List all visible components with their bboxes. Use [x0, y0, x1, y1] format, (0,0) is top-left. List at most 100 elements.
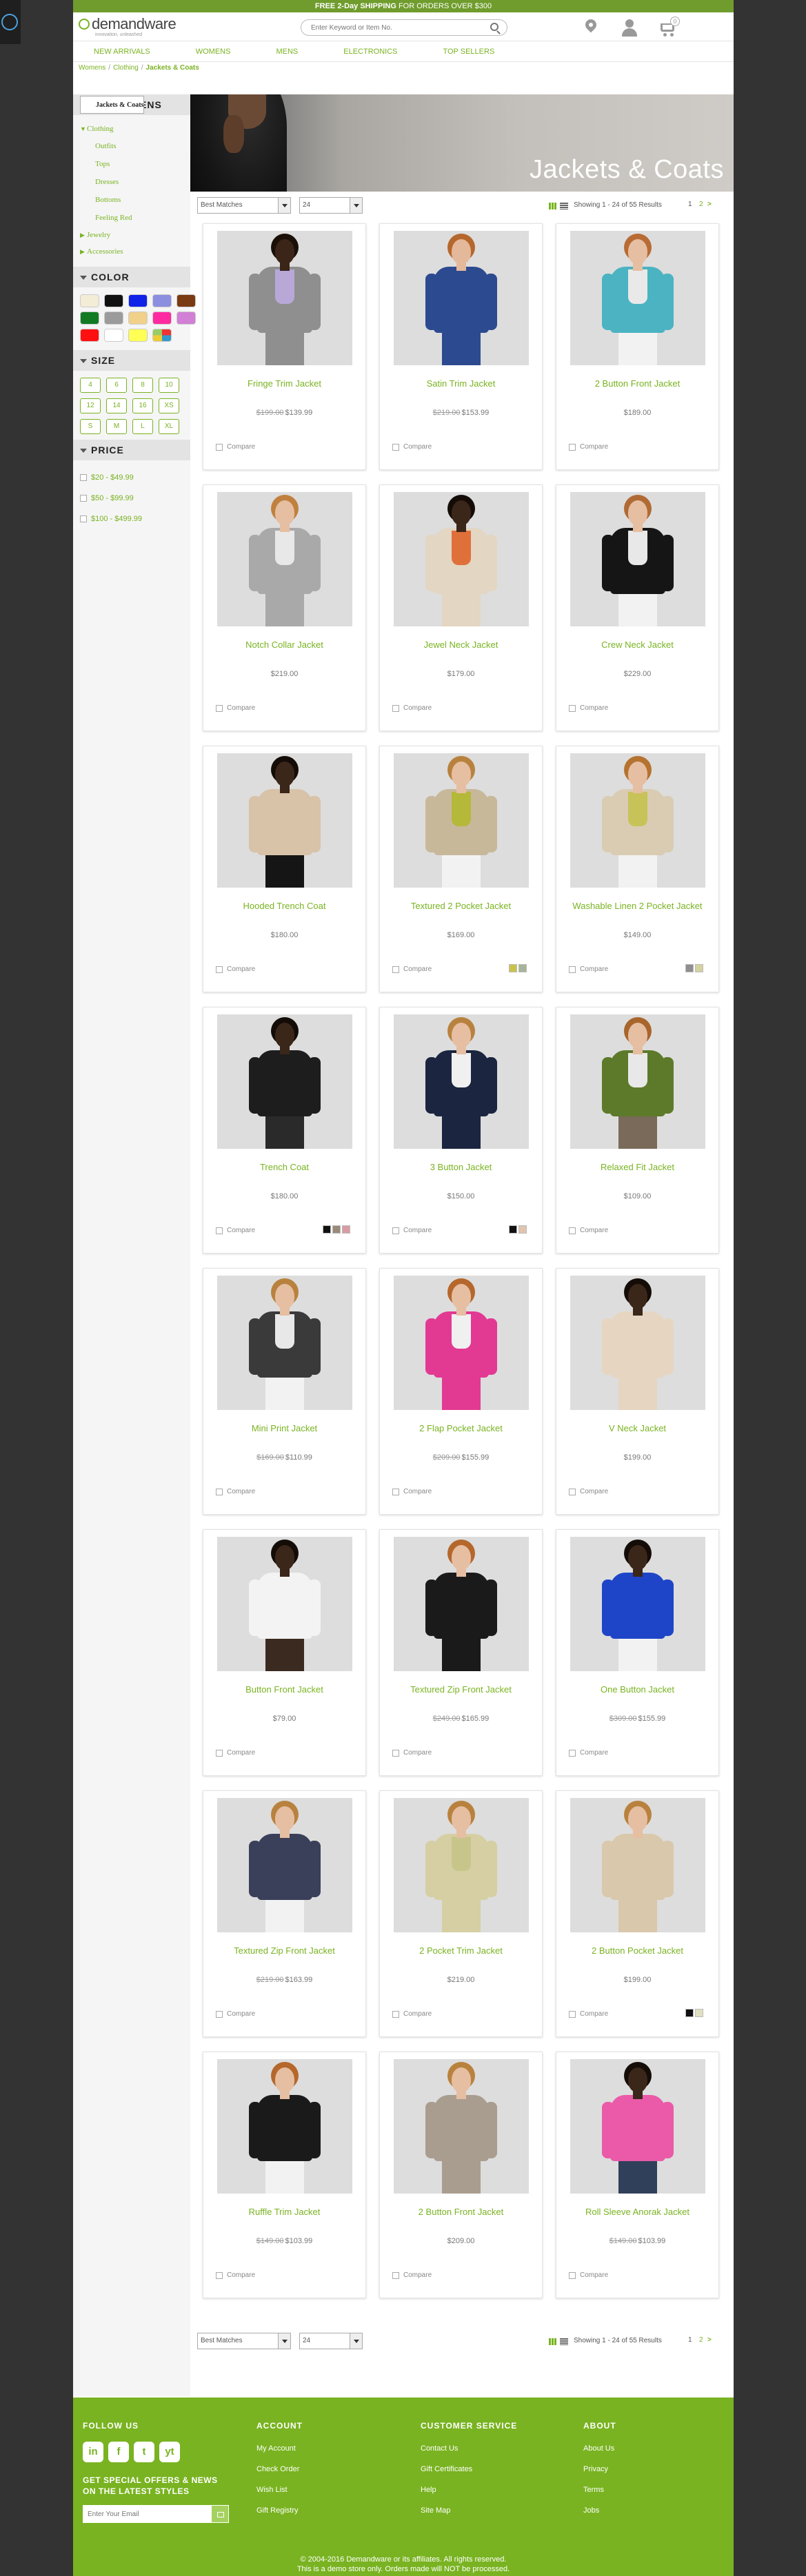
- compare-checkbox[interactable]: Compare: [216, 1488, 255, 1495]
- product-image[interactable]: [217, 753, 352, 888]
- product-tile[interactable]: Hooded Trench Coat $180.00 Compare: [203, 746, 366, 992]
- product-tile[interactable]: One Button Jacket $309.00 $155.99 Compare: [556, 1529, 719, 1776]
- breadcrumb-womens[interactable]: Womens: [79, 64, 105, 72]
- color-swatch[interactable]: [104, 311, 123, 325]
- checkbox[interactable]: [216, 1488, 223, 1495]
- breadcrumb-clothing[interactable]: Clothing: [113, 64, 139, 72]
- color-swatch[interactable]: [104, 329, 123, 342]
- product-tile[interactable]: 2 Flap Pocket Jacket $209.00 $155.99 Compar…: [379, 1268, 543, 1515]
- compare-checkbox[interactable]: Compare: [216, 965, 255, 973]
- category-clothing[interactable]: ▼ Clothing: [80, 121, 190, 137]
- checkbox[interactable]: [392, 704, 399, 712]
- items-per-page-select[interactable]: 24: [299, 2333, 363, 2349]
- grid-view-icon[interactable]: [549, 203, 557, 209]
- product-tile[interactable]: Textured Zip Front Jacket $219.00 $163.99 C…: [203, 1790, 366, 2037]
- compare-checkbox[interactable]: Compare: [392, 2010, 432, 2018]
- variation-swatch[interactable]: [518, 964, 527, 972]
- size-filter-heading[interactable]: SIZE: [73, 350, 190, 371]
- product-image[interactable]: [394, 1014, 529, 1149]
- next-page-icon[interactable]: >: [707, 201, 712, 208]
- product-tile[interactable]: 2 Pocket Trim Jacket $219.00 Compare: [379, 1790, 543, 2037]
- product-image[interactable]: [217, 1014, 352, 1149]
- list-view-icon[interactable]: [560, 203, 568, 209]
- product-tile[interactable]: V Neck Jacket $199.00 Compare: [556, 1268, 719, 1515]
- price-option[interactable]: $100 - $499.99: [80, 509, 190, 529]
- product-name[interactable]: Button Front Jacket: [203, 1684, 365, 1695]
- checkbox[interactable]: [80, 495, 87, 502]
- product-name[interactable]: Fringe Trim Jacket: [203, 378, 365, 389]
- checkbox[interactable]: [569, 1488, 576, 1495]
- product-name[interactable]: 3 Button Jacket: [380, 1162, 542, 1172]
- product-image[interactable]: [570, 2059, 705, 2194]
- product-name[interactable]: Notch Collar Jacket: [203, 640, 365, 650]
- size-option[interactable]: 16: [132, 398, 153, 413]
- product-name[interactable]: One Button Jacket: [556, 1684, 718, 1695]
- product-name[interactable]: 2 Flap Pocket Jacket: [380, 1423, 542, 1433]
- variation-swatch[interactable]: [695, 964, 703, 972]
- color-swatch[interactable]: [104, 294, 123, 307]
- color-swatch[interactable]: [152, 294, 172, 307]
- product-tile[interactable]: 3 Button Jacket $150.00 Compare: [379, 1007, 543, 1254]
- size-option[interactable]: 12: [80, 398, 101, 413]
- product-tile[interactable]: 2 Button Front Jacket $209.00 Compare: [379, 2052, 543, 2298]
- footer-link[interactable]: Help: [421, 2486, 517, 2494]
- variation-swatch[interactable]: [685, 2009, 694, 2017]
- variation-swatch[interactable]: [695, 2009, 703, 2017]
- size-option[interactable]: XS: [159, 398, 179, 413]
- category-outfits[interactable]: Outfits: [80, 137, 190, 155]
- checkbox[interactable]: [569, 704, 576, 712]
- product-name[interactable]: Mini Print Jacket: [203, 1423, 365, 1433]
- checkbox[interactable]: [569, 2271, 576, 2279]
- footer-link[interactable]: Gift Certificates: [421, 2465, 517, 2473]
- product-image[interactable]: [570, 753, 705, 888]
- compare-checkbox[interactable]: Compare: [216, 2271, 255, 2279]
- sort-select[interactable]: Best Matches: [197, 197, 291, 214]
- footer-link[interactable]: Contact Us: [421, 2444, 517, 2453]
- compare-checkbox[interactable]: Compare: [392, 443, 432, 451]
- user-icon[interactable]: [621, 19, 638, 37]
- footer-link[interactable]: Terms: [583, 2486, 616, 2494]
- color-swatch[interactable]: [152, 311, 172, 325]
- product-name[interactable]: 2 Button Front Jacket: [380, 2207, 542, 2217]
- compare-checkbox[interactable]: Compare: [569, 2271, 608, 2279]
- compare-checkbox[interactable]: Compare: [569, 704, 608, 712]
- product-tile[interactable]: Washable Linen 2 Pocket Jacket $149.00 Com…: [556, 746, 719, 992]
- product-name[interactable]: Jewel Neck Jacket: [380, 640, 542, 650]
- compare-checkbox[interactable]: Compare: [216, 2010, 255, 2018]
- checkbox[interactable]: [392, 2010, 399, 2018]
- compare-checkbox[interactable]: Compare: [392, 1488, 432, 1495]
- variation-swatch[interactable]: [685, 964, 694, 972]
- checkbox[interactable]: [216, 965, 223, 973]
- size-option[interactable]: S: [80, 419, 101, 434]
- nav-electronics[interactable]: ELECTRONICS: [343, 41, 397, 61]
- power-icon[interactable]: [1, 14, 18, 30]
- nav-mens[interactable]: MENS: [276, 41, 298, 61]
- product-tile[interactable]: Notch Collar Jacket $219.00 Compare: [203, 484, 366, 731]
- price-option[interactable]: $20 - $49.99: [80, 467, 190, 488]
- checkbox[interactable]: [216, 443, 223, 451]
- product-name[interactable]: V Neck Jacket: [556, 1423, 718, 1433]
- product-image[interactable]: [570, 1276, 705, 1410]
- product-image[interactable]: [570, 1014, 705, 1149]
- youtube-icon[interactable]: yt: [159, 2442, 180, 2462]
- category-tops[interactable]: Tops: [80, 155, 190, 173]
- product-name[interactable]: 2 Pocket Trim Jacket: [380, 1945, 542, 1956]
- footer-link[interactable]: Privacy: [583, 2465, 616, 2473]
- compare-checkbox[interactable]: Compare: [392, 1749, 432, 1757]
- product-tile[interactable]: Relaxed Fit Jacket $109.00 Compare: [556, 1007, 719, 1254]
- product-tile[interactable]: Roll Sleeve Anorak Jacket $149.00 $103.99 C…: [556, 2052, 719, 2298]
- compare-checkbox[interactable]: Compare: [569, 1488, 608, 1495]
- email-submit-icon[interactable]: [211, 2505, 229, 2523]
- size-option[interactable]: 4: [80, 378, 101, 393]
- checkbox[interactable]: [216, 2010, 223, 2018]
- product-image[interactable]: [217, 1537, 352, 1671]
- color-swatch[interactable]: [80, 329, 99, 342]
- product-image[interactable]: [217, 1798, 352, 1932]
- checkbox[interactable]: [392, 1227, 399, 1234]
- product-tile[interactable]: Ruffle Trim Jacket $149.00 $103.99 Compare: [203, 2052, 366, 2298]
- page-2-link[interactable]: 2: [699, 2336, 703, 2344]
- checkbox[interactable]: [392, 1749, 399, 1757]
- nav-new-arrivals[interactable]: NEW ARRIVALS: [94, 41, 150, 61]
- product-image[interactable]: [394, 753, 529, 888]
- price-option[interactable]: $50 - $99.99: [80, 488, 190, 509]
